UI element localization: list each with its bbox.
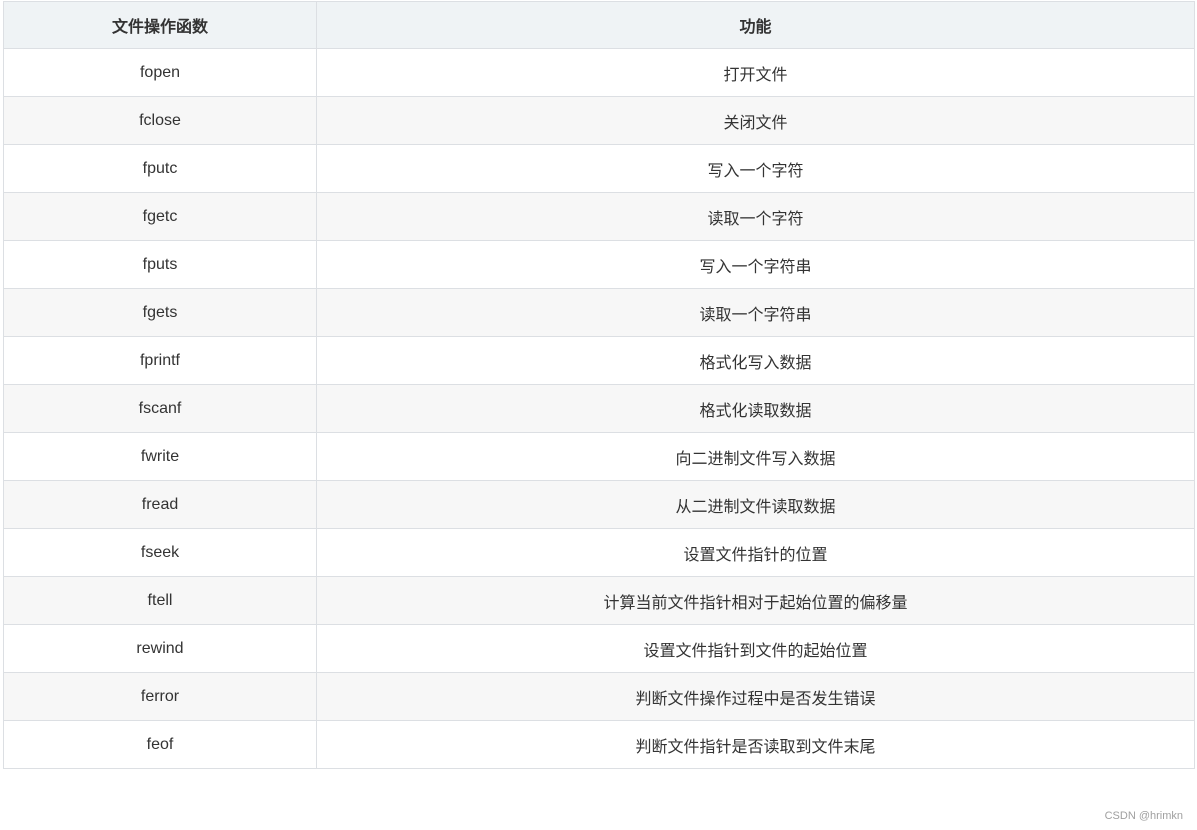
description-cell: 设置文件指针的位置 (316, 528, 1195, 577)
function-name-cell: fputs (3, 240, 317, 289)
function-name-cell: rewind (3, 624, 317, 673)
header-row: 文件操作函数 功能 (3, 1, 1195, 49)
table-row: fwrite 向二进制文件写入数据 (3, 432, 1195, 481)
table-row: fclose 关闭文件 (3, 96, 1195, 145)
table-row: rewind 设置文件指针到文件的起始位置 (3, 624, 1195, 673)
function-name-cell: fopen (3, 48, 317, 97)
table-row: fputs 写入一个字符串 (3, 240, 1195, 289)
function-name-cell: ftell (3, 576, 317, 625)
description-cell: 读取一个字符串 (316, 288, 1195, 337)
description-cell: 关闭文件 (316, 96, 1195, 145)
description-cell: 写入一个字符 (316, 144, 1195, 193)
function-name-cell: feof (3, 720, 317, 769)
function-name-cell: fgets (3, 288, 317, 337)
function-name-cell: fseek (3, 528, 317, 577)
table-row: ferror 判断文件操作过程中是否发生错误 (3, 672, 1195, 721)
description-cell: 从二进制文件读取数据 (316, 480, 1195, 529)
function-name-cell: fwrite (3, 432, 317, 481)
function-name-cell: fgetc (3, 192, 317, 241)
function-name-cell: fread (3, 480, 317, 529)
description-cell: 判断文件指针是否读取到文件末尾 (316, 720, 1195, 769)
file-functions-table-container: 文件操作函数 功能 fopen 打开文件 fclose 关闭文件 fputc 写… (3, 1, 1195, 769)
description-cell: 写入一个字符串 (316, 240, 1195, 289)
header-function: 文件操作函数 (3, 1, 317, 49)
function-name-cell: ferror (3, 672, 317, 721)
function-name-cell: fscanf (3, 384, 317, 433)
watermark: CSDN @hrimkn (1104, 810, 1183, 822)
table-header: 文件操作函数 功能 (3, 1, 1195, 49)
function-name-cell: fclose (3, 96, 317, 145)
table-row: fgets 读取一个字符串 (3, 288, 1195, 337)
table-row: fopen 打开文件 (3, 48, 1195, 97)
description-cell: 设置文件指针到文件的起始位置 (316, 624, 1195, 673)
description-cell: 格式化写入数据 (316, 336, 1195, 385)
function-name-cell: fputc (3, 144, 317, 193)
table-row: fseek 设置文件指针的位置 (3, 528, 1195, 577)
table-row: fputc 写入一个字符 (3, 144, 1195, 193)
table-row: fprintf 格式化写入数据 (3, 336, 1195, 385)
table-row: fread 从二进制文件读取数据 (3, 480, 1195, 529)
description-cell: 读取一个字符 (316, 192, 1195, 241)
table-row: fgetc 读取一个字符 (3, 192, 1195, 241)
table-row: ftell 计算当前文件指针相对于起始位置的偏移量 (3, 576, 1195, 625)
description-cell: 打开文件 (316, 48, 1195, 97)
description-cell: 向二进制文件写入数据 (316, 432, 1195, 481)
description-cell: 判断文件操作过程中是否发生错误 (316, 672, 1195, 721)
description-cell: 格式化读取数据 (316, 384, 1195, 433)
description-cell: 计算当前文件指针相对于起始位置的偏移量 (316, 576, 1195, 625)
table-row: feof 判断文件指针是否读取到文件末尾 (3, 720, 1195, 769)
header-description: 功能 (316, 1, 1195, 49)
function-name-cell: fprintf (3, 336, 317, 385)
file-functions-table: 文件操作函数 功能 fopen 打开文件 fclose 关闭文件 fputc 写… (3, 1, 1195, 769)
table-row: fscanf 格式化读取数据 (3, 384, 1195, 433)
table-body: fopen 打开文件 fclose 关闭文件 fputc 写入一个字符 fget… (3, 48, 1195, 769)
